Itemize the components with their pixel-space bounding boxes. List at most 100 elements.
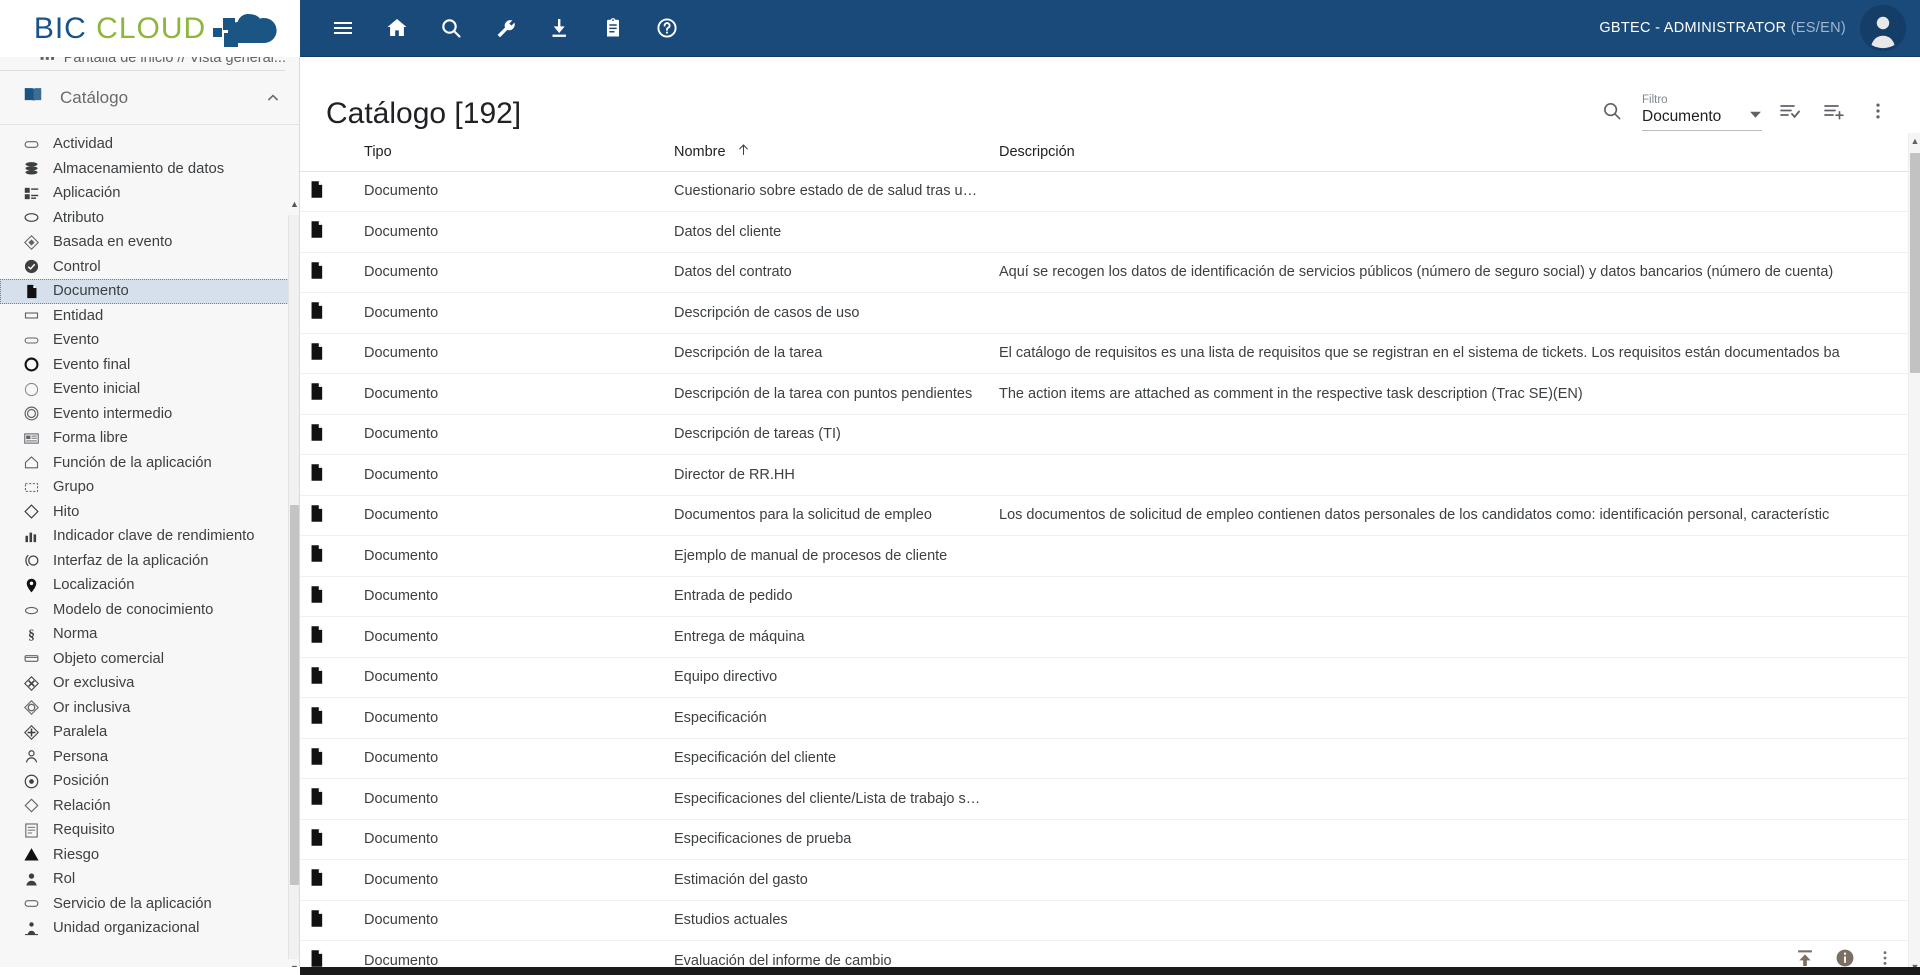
column-header-descripcion[interactable]: Descripción <box>991 133 1920 172</box>
sidebar-item-atributo[interactable]: Atributo <box>0 206 299 231</box>
list-plus-icon[interactable] <box>1814 91 1854 131</box>
avatar[interactable] <box>1860 5 1906 51</box>
table-row[interactable]: Documento Descripción de la tarea con pun… <box>300 373 1920 415</box>
filter-select[interactable]: Filtro Documento <box>1642 94 1762 131</box>
table-row[interactable]: Documento Entrada de pedido <box>300 576 1920 617</box>
sidebar-scrollbar-thumb[interactable] <box>290 505 299 885</box>
sidebar-item-riesgo[interactable]: Riesgo <box>0 843 299 868</box>
table-row[interactable]: Documento Especificaciones del cliente/Li… <box>300 778 1920 820</box>
scroll-up-icon[interactable]: ▲ <box>1909 133 1920 149</box>
table-row[interactable]: Documento Especificación <box>300 697 1920 739</box>
table-row[interactable]: Documento Especificación del cliente <box>300 738 1920 779</box>
table-row[interactable]: Documento Documentos para la solicitud de… <box>300 495 1920 536</box>
table-row[interactable]: Documento Datos del contrato Aquí se recog… <box>300 252 1920 293</box>
more-vertical-icon[interactable] <box>1858 91 1898 131</box>
sidebar-item-localización[interactable]: Localización <box>0 573 299 598</box>
help-icon[interactable] <box>644 5 690 51</box>
document-icon <box>308 706 348 729</box>
sidebar-item-evento[interactable]: Evento <box>0 328 299 353</box>
sidebar-item-objeto-comercial[interactable]: Objeto comercial <box>0 647 299 672</box>
sidebar-item-paralela[interactable]: Paralela <box>0 720 299 745</box>
table-row[interactable]: Documento Descripción de tareas (TI) <box>300 414 1920 455</box>
table-row[interactable]: Documento Estimación del gasto <box>300 859 1920 901</box>
sidebar-item-indicador-clave-de-rendimiento[interactable]: Indicador clave de rendimiento <box>0 524 299 549</box>
user-label[interactable]: GBTEC - ADMINISTRATOR (ES/EN) <box>1599 20 1846 36</box>
sidebar-item-interfaz-de-la-aplicación[interactable]: Interfaz de la aplicación <box>0 549 299 574</box>
main-scrollbar[interactable]: ▲ ▼ <box>1908 133 1920 975</box>
sidebar-item-requisito[interactable]: Requisito <box>0 818 299 843</box>
table-row[interactable]: Documento Descripción de casos de uso <box>300 292 1920 334</box>
sidebar-item-norma[interactable]: § Norma <box>0 622 299 647</box>
free-form-icon <box>22 429 41 448</box>
cell-nombre: Especificación <box>666 697 991 739</box>
table-row[interactable]: Documento Datos del cliente <box>300 211 1920 253</box>
arrow-up-icon[interactable] <box>736 142 751 161</box>
column-header-nombre[interactable]: Nombre <box>666 133 991 172</box>
table-row[interactable]: Documento Entrega de máquina <box>300 616 1920 658</box>
sidebar-item-or-inclusiva[interactable]: Or inclusiva <box>0 696 299 721</box>
sidebar-item-rol[interactable]: Rol <box>0 867 299 892</box>
search-icon[interactable] <box>428 5 474 51</box>
database-icon <box>22 159 41 178</box>
cell-descripcion <box>991 819 1920 860</box>
list-check-icon[interactable] <box>1770 91 1810 131</box>
table-row[interactable]: Documento Equipo directivo <box>300 657 1920 698</box>
table-row[interactable]: Documento Especificaciones de prueba <box>300 819 1920 860</box>
clipboard-icon[interactable] <box>590 5 636 51</box>
brand-logo[interactable]: BIC CLOUD <box>0 0 300 57</box>
sidebar-item-label: Or exclusiva <box>53 675 135 692</box>
sidebar-item-evento-inicial[interactable]: Evento inicial <box>0 377 299 402</box>
sidebar-item-servicio-de-la-aplicación[interactable]: Servicio de la aplicación <box>0 892 299 917</box>
sidebar-item-hito[interactable]: Hito <box>0 500 299 525</box>
table-row[interactable]: Documento Estudios actuales <box>300 900 1920 941</box>
chevron-down-icon[interactable] <box>1749 108 1762 126</box>
sidebar-item-evento-final[interactable]: Evento final <box>0 353 299 378</box>
sidebar-item-documento[interactable]: Documento <box>0 279 299 304</box>
document-icon <box>308 261 348 284</box>
sidebar-scrollbar[interactable]: ▲ ▼ <box>288 199 299 973</box>
sidebar-item-forma-libre[interactable]: Forma libre <box>0 426 299 451</box>
document-icon <box>308 220 348 243</box>
download-icon[interactable] <box>536 5 582 51</box>
cell-tipo-text: Documento <box>364 507 439 524</box>
table-row[interactable]: Documento Descripción de la tarea El catál… <box>300 333 1920 374</box>
cell-descripcion <box>991 454 1920 496</box>
sidebar-section-header[interactable]: Catálogo <box>0 71 299 125</box>
sidebar-item-aplicación[interactable]: Aplicación <box>0 181 299 206</box>
top-bar: BIC CLOUD GBTEC - ADMINISTRATOR (ES/EN) <box>0 0 1920 57</box>
scroll-up-icon[interactable]: ▲ <box>289 197 299 211</box>
sidebar-item-modelo-de-conocimiento[interactable]: Modelo de conocimiento <box>0 598 299 623</box>
rounded-rect-icon <box>22 135 41 154</box>
menu-icon[interactable] <box>320 5 366 51</box>
row-type-icon-cell <box>300 373 356 415</box>
app-interface-icon <box>22 551 41 570</box>
sidebar-item-control[interactable]: Control <box>0 255 299 280</box>
sidebar-item-label: Interfaz de la aplicación <box>53 552 209 569</box>
table-row[interactable]: Documento Ejemplo de manual de procesos d… <box>300 535 1920 577</box>
sidebar-item-relación[interactable]: Relación <box>0 794 299 819</box>
sidebar-item-almacenamiento-de-datos[interactable]: Almacenamiento de datos <box>0 157 299 182</box>
search-icon[interactable] <box>1592 91 1632 131</box>
sidebar-item-posición[interactable]: Posición <box>0 769 299 794</box>
sidebar-item-or-exclusiva[interactable]: Or exclusiva <box>0 671 299 696</box>
document-icon <box>308 423 348 446</box>
sidebar-item-evento-intermedio[interactable]: Evento intermedio <box>0 402 299 427</box>
table-row[interactable]: Documento Director de RR.HH <box>300 454 1920 496</box>
table-row[interactable]: Documento Cuestionario sobre estado de de… <box>300 171 1920 212</box>
sidebar-item-grupo[interactable]: Grupo <box>0 475 299 500</box>
chevron-up-icon[interactable] <box>263 88 283 108</box>
column-header-tipo[interactable]: Tipo <box>356 133 666 172</box>
user-name: GBTEC - ADMINISTRATOR <box>1599 20 1787 36</box>
main-scrollbar-thumb[interactable] <box>1910 153 1920 373</box>
sidebar-item-basada-en-evento[interactable]: Basada en evento <box>0 230 299 255</box>
cell-tipo: Documento <box>356 657 666 698</box>
wrench-icon[interactable] <box>482 5 528 51</box>
cell-tipo-text: Documento <box>364 345 439 362</box>
sidebar-item-actividad[interactable]: Actividad <box>0 132 299 157</box>
home-icon[interactable] <box>374 5 420 51</box>
sidebar-item-label: Documento <box>53 283 129 300</box>
sidebar-item-entidad[interactable]: Entidad <box>0 304 299 329</box>
sidebar-item-unidad-organizacional[interactable]: Unidad organizacional <box>0 916 299 941</box>
sidebar-item-función-de-la-aplicación[interactable]: Función de la aplicación <box>0 451 299 476</box>
sidebar-item-persona[interactable]: Persona <box>0 745 299 770</box>
